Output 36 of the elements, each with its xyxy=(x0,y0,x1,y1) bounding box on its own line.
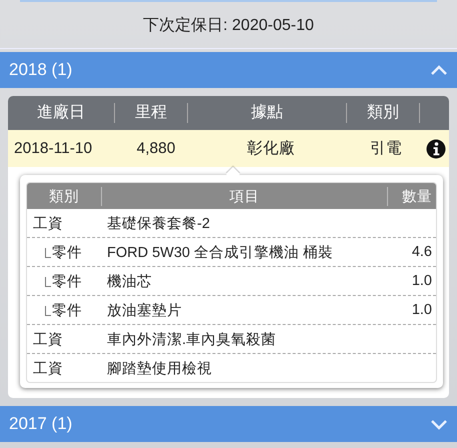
type-cell-text: 引電 xyxy=(369,139,403,159)
category-cell-text: 零件 xyxy=(52,272,82,290)
item-cell-text: FORD 5W30 全合成引擎機油 桶裝 xyxy=(106,244,334,262)
tree-branch-icon xyxy=(45,248,51,258)
column-header: 里程 xyxy=(115,103,188,123)
column-header: 類別 xyxy=(27,186,102,206)
column-header: 項目 xyxy=(102,186,388,206)
chevron-icon xyxy=(430,64,448,76)
category-cell-text: 工資 xyxy=(33,214,63,232)
column-header: 據點 xyxy=(188,103,347,123)
item-cell-text: 車內外清潔.車內臭氧殺菌 xyxy=(106,330,278,348)
mileage-cell-text: 4,880 xyxy=(136,140,176,158)
category-cell-text: 零件 xyxy=(52,302,82,320)
column-header: 進廠日 xyxy=(8,103,115,123)
record-row[interactable]: 2018-11-10 4,880 彰化廠 引電 xyxy=(8,130,449,167)
info-icon[interactable] xyxy=(426,138,446,158)
column-header: 數量 xyxy=(401,188,433,206)
category-cell-text: 工資 xyxy=(33,330,63,348)
year-section-header[interactable]: 2018 (1) xyxy=(0,52,457,88)
item-cell-text: 放油塞墊片 xyxy=(106,302,183,320)
chevron-icon xyxy=(430,418,448,430)
item-cell-text: 基礎保養套餐-2 xyxy=(106,214,211,232)
quantity-cell: 4.6 xyxy=(412,244,432,260)
date-cell-text: 2018-11-10 xyxy=(13,140,94,158)
quantity-cell: 1.0 xyxy=(412,302,432,318)
year-section-header[interactable]: 2017 (1) xyxy=(0,406,457,442)
tree-branch-icon xyxy=(45,276,51,286)
next-service-date: 下次定保日: 2020-05-10 xyxy=(0,2,457,49)
item-cell-text: 機油芯 xyxy=(106,272,153,290)
item-cell-text: 腳踏墊使用檢視 xyxy=(106,360,213,378)
quantity-cell: 1.0 xyxy=(412,273,432,289)
category-cell-text: 零件 xyxy=(52,244,82,262)
tree-branch-icon xyxy=(45,306,51,316)
column-header: 類別 xyxy=(347,103,420,123)
category-cell-text: 工資 xyxy=(33,360,63,378)
location-cell-text: 彰化廠 xyxy=(246,139,296,159)
